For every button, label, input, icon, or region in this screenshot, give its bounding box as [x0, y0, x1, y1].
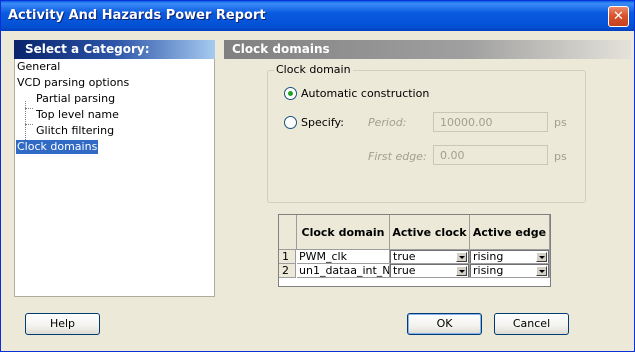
- category-item-vcd-parsing[interactable]: VCD parsing options: [16, 76, 130, 90]
- table-cell-edge: rising: [470, 264, 550, 278]
- first-edge-input[interactable]: 0.00: [433, 145, 548, 165]
- active-edge-value: rising: [473, 264, 504, 277]
- ok-button[interactable]: OK: [407, 313, 482, 335]
- table-cell-edge: rising: [470, 250, 550, 264]
- active-clock-select[interactable]: true: [390, 250, 469, 263]
- radio-dot: [288, 91, 293, 96]
- category-list[interactable]: General VCD parsing options Partial pars…: [14, 59, 215, 297]
- chevron-down-icon[interactable]: [456, 252, 467, 262]
- row-number: 2: [279, 264, 296, 278]
- period-label: Period:: [368, 116, 407, 129]
- first-edge-unit: ps: [554, 150, 567, 163]
- column-header-active-edge[interactable]: Active edge: [470, 215, 550, 250]
- table-cell-domain[interactable]: un1_dataa_int_NE: [297, 264, 390, 278]
- chevron-down-icon[interactable]: [536, 252, 547, 262]
- title-bar[interactable]: Activity And Hazards Power Report ✕: [1, 1, 634, 31]
- category-item-partial-parsing[interactable]: Partial parsing: [35, 92, 116, 106]
- close-icon[interactable]: ✕: [608, 6, 629, 27]
- active-edge-value: rising: [473, 250, 504, 263]
- section-header: Clock domains: [224, 40, 631, 59]
- category-item-clock-domains[interactable]: Clock domains: [16, 140, 99, 154]
- category-item-general[interactable]: General: [16, 60, 61, 74]
- tree-connector: [25, 108, 33, 109]
- first-edge-label: First edge:: [368, 150, 427, 163]
- automatic-construction-label[interactable]: Automatic construction: [301, 87, 429, 100]
- specify-label[interactable]: Specify:: [301, 116, 344, 129]
- active-clock-value: true: [393, 250, 416, 263]
- active-clock-value: true: [393, 264, 416, 277]
- category-header: Select a Category:: [14, 40, 215, 59]
- period-unit: ps: [554, 116, 567, 129]
- dialog-body: Select a Category: General VCD parsing o…: [4, 31, 631, 349]
- table-corner: [279, 215, 297, 250]
- window-title: Activity And Hazards Power Report: [8, 8, 266, 23]
- column-header-clock-domain[interactable]: Clock domain: [297, 215, 390, 250]
- chevron-down-icon[interactable]: [456, 266, 467, 276]
- column-header-active-clock[interactable]: Active clock: [390, 215, 470, 250]
- specify-radio[interactable]: [284, 116, 297, 129]
- group-legend: Clock domain: [274, 63, 353, 76]
- tree-connector: [25, 124, 33, 125]
- active-clock-select[interactable]: true: [390, 264, 469, 277]
- row-number: 1: [279, 250, 296, 264]
- help-button[interactable]: Help: [25, 313, 100, 335]
- clock-domain-table: Clock domain Active clock Active edge 1 …: [278, 214, 551, 287]
- period-input[interactable]: 10000.00: [433, 112, 548, 132]
- table-cell-domain[interactable]: PWM_clk: [297, 250, 390, 264]
- active-edge-select[interactable]: rising: [470, 250, 549, 263]
- active-edge-select[interactable]: rising: [470, 264, 549, 277]
- cancel-button[interactable]: Cancel: [494, 313, 569, 335]
- category-item-glitch-filtering[interactable]: Glitch filtering: [35, 124, 115, 138]
- table-cell-clock: true: [390, 264, 470, 278]
- chevron-down-icon[interactable]: [536, 266, 547, 276]
- automatic-construction-radio[interactable]: [284, 87, 297, 100]
- table-cell-clock: true: [390, 250, 470, 264]
- dialog-window: Activity And Hazards Power Report ✕ Sele…: [0, 0, 635, 352]
- category-item-top-level-name[interactable]: Top level name: [35, 108, 120, 122]
